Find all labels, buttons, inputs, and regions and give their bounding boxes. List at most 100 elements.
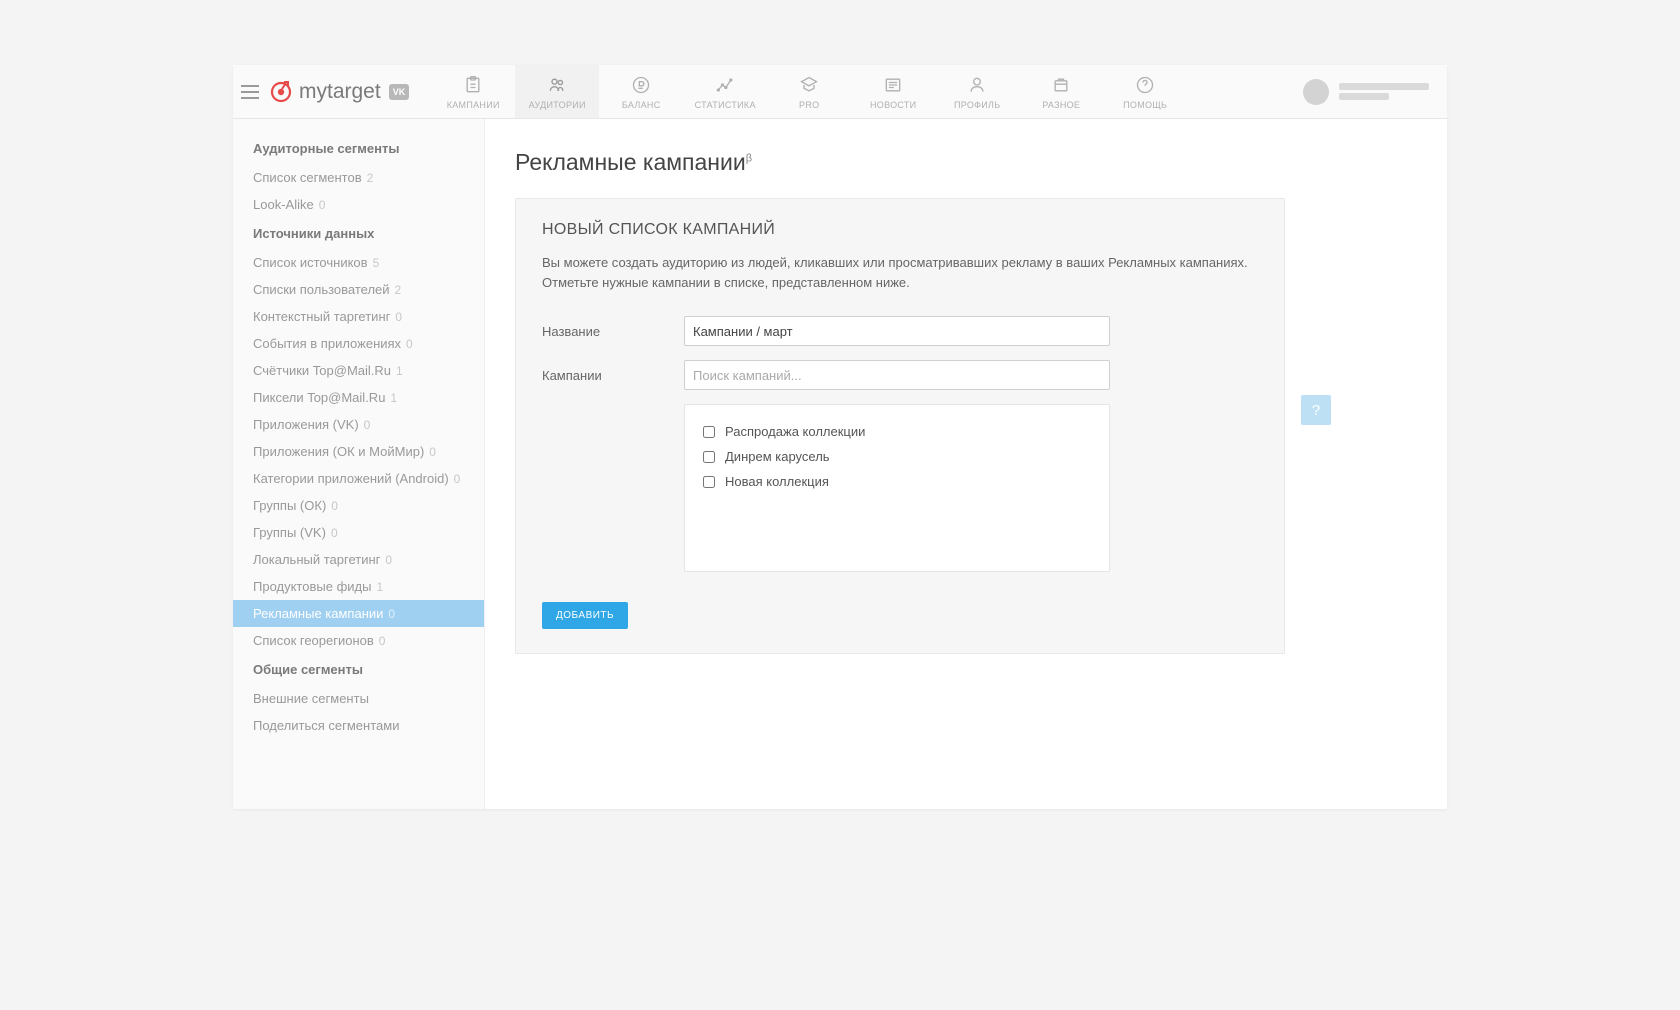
sidebar-item-count: 0 [364, 418, 371, 432]
sidebar-item-label: Группы (ОК) [253, 498, 326, 513]
top-nav: КАМПАНИИ АУДИТОРИИ БАЛАНС СТАТИСТИКА [431, 65, 1187, 118]
sidebar-item-count: 0 [454, 472, 461, 486]
logo-mark-icon [269, 80, 293, 104]
sidebar-item-count: 2 [395, 283, 402, 297]
sidebar-item-label: Счётчики Top@Mail.Ru [253, 363, 391, 378]
nav-label: СТАТИСТИКА [695, 100, 756, 110]
main-content: Рекламные кампанииβ НОВЫЙ СПИСОК КАМПАНИ… [485, 119, 1447, 809]
misc-icon [1050, 74, 1072, 96]
sidebar-item-label: Приложения (VK) [253, 417, 359, 432]
sidebar-item-label: Список источников [253, 255, 368, 270]
sidebar-item-count: 0 [395, 310, 402, 324]
sidebar-item-count: 0 [379, 634, 386, 648]
sidebar-item-label: Поделиться сегментами [253, 718, 399, 733]
nav-campaigns[interactable]: КАМПАНИИ [431, 65, 515, 118]
sidebar-item-ad-campaigns[interactable]: Рекламные кампании0 [233, 600, 484, 627]
sidebar-item-segment-list[interactable]: Список сегментов 2 [233, 164, 484, 191]
sidebar-item-label: Группы (VK) [253, 525, 326, 540]
sidebar-item-share-segments[interactable]: Поделиться сегментами [233, 712, 484, 739]
campaign-list-item-label: Динрем карусель [725, 449, 830, 464]
campaign-search-input[interactable] [684, 360, 1110, 390]
page-title-text: Рекламные кампании [515, 149, 746, 175]
campaign-checkbox[interactable] [703, 426, 715, 438]
beta-badge: β [746, 152, 752, 164]
help-icon [1134, 74, 1156, 96]
statistics-icon [714, 74, 736, 96]
sidebar-item-count: 1 [390, 391, 397, 405]
campaign-list-item[interactable]: Новая коллекция [703, 469, 1091, 494]
sidebar-item-groups-ok[interactable]: Группы (ОК) 0 [233, 492, 484, 519]
sidebar-item-label: Списки пользователей [253, 282, 390, 297]
sidebar-item-label: Пиксели Top@Mail.Ru [253, 390, 385, 405]
sidebar-item-external-segments[interactable]: Внешние сегменты [233, 685, 484, 712]
sidebar-heading-audience-segments: Аудиторные сегменты [233, 133, 484, 164]
app-window: mytarget VK КАМПАНИИ АУДИТОРИИ БАЛАНС [233, 65, 1447, 809]
sidebar-item-label: Продуктовые фиды [253, 579, 371, 594]
sidebar-item-local-targeting[interactable]: Локальный таргетинг 0 [233, 546, 484, 573]
logo-text: mytarget [299, 80, 381, 104]
sidebar-item-app-events[interactable]: События в приложениях 0 [233, 330, 484, 357]
sidebar-item-product-feeds[interactable]: Продуктовые фиды 1 [233, 573, 484, 600]
form-row-campaigns: Кампании [542, 360, 1258, 390]
sidebar: Аудиторные сегменты Список сегментов 2 Lo… [233, 119, 485, 809]
campaign-list-item[interactable]: Динрем карусель [703, 444, 1091, 469]
sidebar-item-label: Look-Alike [253, 197, 314, 212]
nav-statistics[interactable]: СТАТИСТИКА [683, 65, 767, 118]
sidebar-item-source-list[interactable]: Список источников5 [233, 249, 484, 276]
new-campaign-list-panel: НОВЫЙ СПИСОК КАМПАНИЙ Вы можете создать … [515, 198, 1285, 654]
sidebar-item-label: Список георегионов [253, 633, 374, 648]
nav-pro[interactable]: PRO [767, 65, 851, 118]
campaign-list-item-label: Распродажа коллекции [725, 424, 865, 439]
page-title: Рекламные кампанииβ [515, 149, 1417, 176]
balance-icon [630, 74, 652, 96]
user-block[interactable] [1303, 79, 1447, 105]
help-fab[interactable]: ? [1301, 395, 1331, 425]
nav-profile[interactable]: ПРОФИЛЬ [935, 65, 1019, 118]
sidebar-item-pixels[interactable]: Пиксели Top@Mail.Ru 1 [233, 384, 484, 411]
menu-toggle[interactable] [233, 65, 267, 118]
campaigns-label: Кампании [542, 368, 684, 383]
sidebar-item-count: 1 [396, 364, 403, 378]
sidebar-item-count: 1 [376, 580, 383, 594]
sidebar-item-groups-vk[interactable]: Группы (VK) 0 [233, 519, 484, 546]
sidebar-item-context-targeting[interactable]: Контекстный таргетинг 0 [233, 303, 484, 330]
nav-audiences[interactable]: АУДИТОРИИ [515, 65, 599, 118]
sidebar-item-count: 2 [367, 171, 374, 185]
sidebar-item-count: 0 [331, 526, 338, 540]
news-icon [882, 74, 904, 96]
add-button[interactable]: ДОБАВИТЬ [542, 602, 628, 629]
sidebar-item-user-lists[interactable]: Списки пользователей 2 [233, 276, 484, 303]
sidebar-item-label: Список сегментов [253, 170, 362, 185]
campaign-checkbox[interactable] [703, 476, 715, 488]
sidebar-item-counters[interactable]: Счётчики Top@Mail.Ru 1 [233, 357, 484, 384]
sidebar-item-apps-vk[interactable]: Приложения (VK) 0 [233, 411, 484, 438]
panel-description: Вы можете создать аудиторию из людей, кл… [542, 253, 1258, 292]
sidebar-item-lookalike[interactable]: Look-Alike0 [233, 191, 484, 218]
pro-icon [798, 74, 820, 96]
sidebar-item-label: События в приложениях [253, 336, 401, 351]
campaign-checkbox[interactable] [703, 451, 715, 463]
sidebar-item-label: Контекстный таргетинг [253, 309, 390, 324]
sidebar-item-app-categories[interactable]: Категории приложений (Android)0 [233, 465, 484, 492]
sidebar-item-apps-ok[interactable]: Приложения (ОК и МойМир)0 [233, 438, 484, 465]
nav-misc[interactable]: РАЗНОЕ [1019, 65, 1103, 118]
panel-title: НОВЫЙ СПИСОК КАМПАНИЙ [542, 221, 1258, 239]
nav-label: БАЛАНС [622, 100, 661, 110]
sidebar-item-label: Локальный таргетинг [253, 552, 380, 567]
logo[interactable]: mytarget VK [267, 65, 419, 118]
nav-balance[interactable]: БАЛАНС [599, 65, 683, 118]
sidebar-item-georegions[interactable]: Список георегионов 0 [233, 627, 484, 654]
campaign-list: Распродажа коллекции Динрем карусель Нов… [684, 404, 1110, 572]
sidebar-item-count: 0 [331, 499, 338, 513]
nav-label: АУДИТОРИИ [529, 100, 586, 110]
hamburger-icon [241, 85, 259, 99]
nav-help[interactable]: ПОМОЩЬ [1103, 65, 1187, 118]
campaign-list-item[interactable]: Распродажа коллекции [703, 419, 1091, 444]
sidebar-item-count: 0 [406, 337, 413, 351]
sidebar-item-count: 0 [385, 553, 392, 567]
nav-label: НОВОСТИ [870, 100, 916, 110]
nav-label: ПРОФИЛЬ [954, 100, 1001, 110]
name-input[interactable] [684, 316, 1110, 346]
nav-news[interactable]: НОВОСТИ [851, 65, 935, 118]
form-row-name: Название [542, 316, 1258, 346]
